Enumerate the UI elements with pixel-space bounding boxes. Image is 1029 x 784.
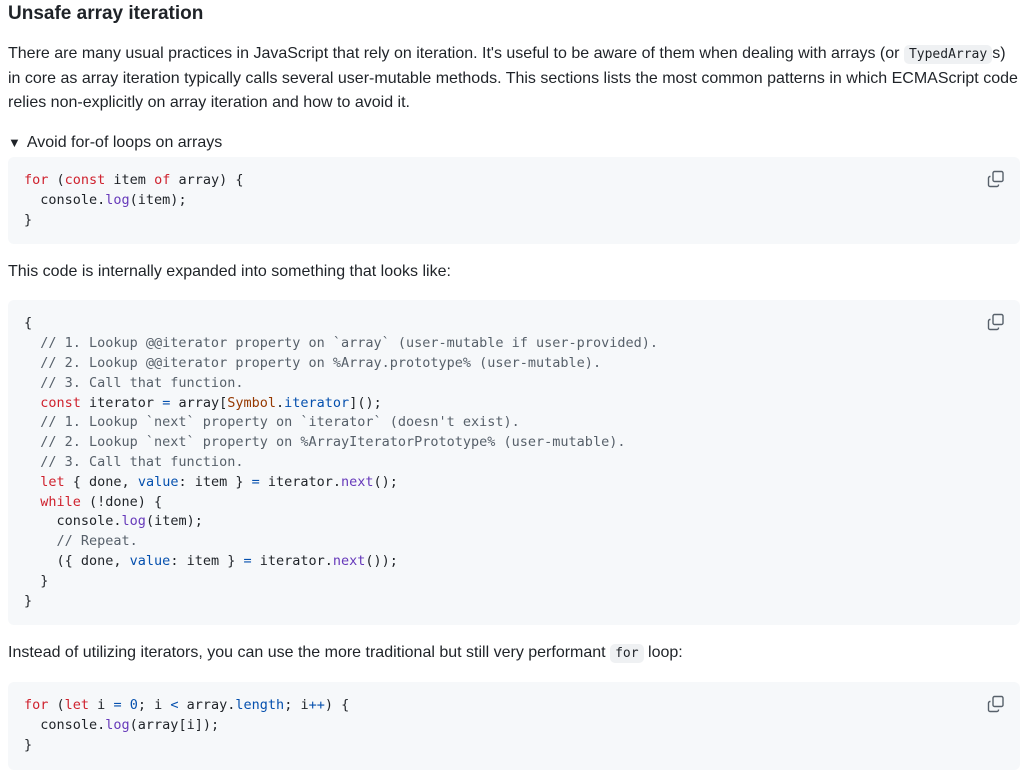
section-heading: Unsafe array iteration xyxy=(8,3,204,24)
alt-text-before: Instead of utilizing iterators, you can … xyxy=(8,644,611,662)
code-line: for (const item of array) { xyxy=(24,172,244,188)
code-line: console.log(item); xyxy=(24,191,187,208)
copy-icon[interactable] xyxy=(986,169,1006,189)
code-block-for-of: for (const item of array) { console.log(… xyxy=(8,157,1020,245)
intro-text-before: There are many usual practices in JavaSc… xyxy=(8,45,904,62)
code-content: { // 1. Lookup @@iterator property on `a… xyxy=(24,315,658,609)
alternative-paragraph: Instead of utilizing iterators, you can … xyxy=(8,641,1021,666)
inline-code-for: for xyxy=(610,644,644,664)
triangle-down-icon: ▼ xyxy=(8,135,21,150)
code-content: for (let i = 0; i < array.length; i++) {… xyxy=(24,697,350,753)
code-content: for (const item of array) { console.log(… xyxy=(24,171,1004,230)
details-summary-label: Avoid for-of loops on arrays xyxy=(26,134,223,151)
inline-code-typedarray: TypedArray xyxy=(903,45,993,64)
alt-text-after: loop: xyxy=(643,644,683,662)
article-section: Unsafe array iteration There are many us… xyxy=(0,0,1029,784)
intro-paragraph: There are many usual practices in JavaSc… xyxy=(8,42,1021,115)
code-block-expanded: { // 1. Lookup @@iterator property on `a… xyxy=(8,300,1020,626)
expansion-paragraph: This code is internally expanded into so… xyxy=(8,263,451,281)
code-line: } xyxy=(24,211,33,228)
copy-icon[interactable] xyxy=(986,312,1006,332)
details-summary[interactable]: ▼ Avoid for-of loops on arrays xyxy=(8,131,1021,155)
code-block-for-loop: for (let i = 0; i < array.length; i++) {… xyxy=(8,682,1020,770)
copy-icon[interactable] xyxy=(986,694,1006,714)
